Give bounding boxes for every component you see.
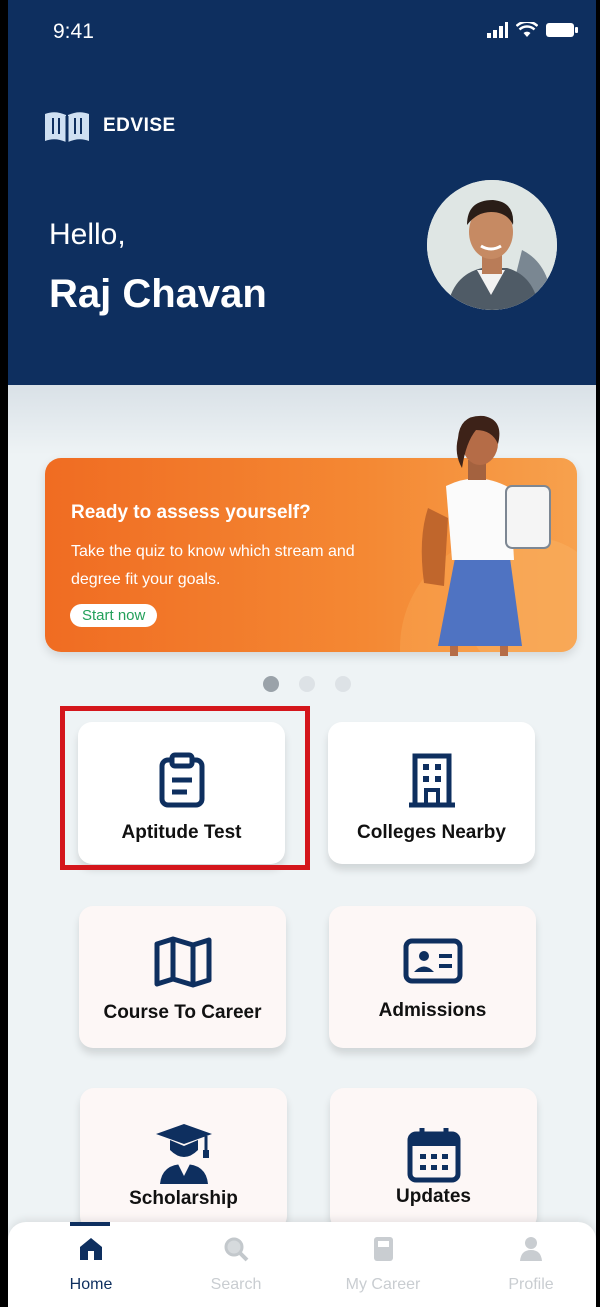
app-screen: 9:41 EDVISE Hello, Raj Chavan Ready to a… <box>8 0 596 1307</box>
nav-label: Home <box>69 1276 113 1293</box>
nav-label: My Career <box>345 1276 421 1293</box>
carousel-dot-2[interactable] <box>299 676 315 692</box>
student-illustration <box>421 415 551 656</box>
start-now-button[interactable]: Start now <box>70 604 158 627</box>
admissions-tile[interactable]: Admissions <box>329 906 536 1048</box>
status-time: 9:41 <box>53 20 94 43</box>
tile-label: Updates <box>396 1186 471 1207</box>
scholarship-tile[interactable]: Scholarship <box>80 1088 287 1230</box>
course-to-career-tile[interactable]: Course To Career <box>79 906 286 1048</box>
nav-profile[interactable]: Profile <box>471 1236 591 1294</box>
tile-label: Admissions <box>378 1000 487 1021</box>
tile-label: Colleges Nearby <box>357 822 506 843</box>
tile-label: Course To Career <box>103 1002 262 1023</box>
graduate-icon <box>155 1124 212 1184</box>
nav-home[interactable]: Home <box>31 1236 151 1294</box>
nav-my-career[interactable]: My Career <box>323 1236 443 1294</box>
nav-label: Search <box>210 1276 262 1293</box>
battery-icon <box>546 23 578 37</box>
nav-search[interactable]: Search <box>176 1236 296 1294</box>
wifi-icon <box>516 22 538 37</box>
updates-tile[interactable]: Updates <box>330 1088 537 1230</box>
status-icons <box>486 22 578 38</box>
bottom-nav: Home Search My Career Profile <box>8 1222 596 1307</box>
highlight-box <box>60 706 310 870</box>
signal-icon <box>487 22 508 38</box>
id-card-icon <box>403 938 462 984</box>
tile-label: Scholarship <box>129 1188 238 1209</box>
banner-subtitle: Take the quiz to know which stream and d… <box>71 543 355 588</box>
brand-name: EDVISE <box>103 115 176 136</box>
nav-label: Profile <box>508 1276 554 1293</box>
logo-icon <box>45 112 89 142</box>
greeting-hello: Hello, <box>49 218 126 251</box>
nav-active-indicator <box>70 1222 110 1226</box>
map-icon <box>154 936 211 988</box>
book-icon <box>374 1237 393 1261</box>
avatar[interactable] <box>427 180 557 310</box>
header: 9:41 EDVISE Hello, Raj Chavan <box>8 0 596 385</box>
banner-title: Ready to assess yourself? <box>71 502 311 523</box>
search-icon <box>224 1237 249 1262</box>
home-icon <box>80 1238 102 1260</box>
carousel-dot-3[interactable] <box>335 676 351 692</box>
calendar-icon <box>407 1128 460 1183</box>
avatar-image <box>427 180 557 310</box>
user-name: Raj Chavan <box>49 272 267 316</box>
building-icon <box>408 753 455 808</box>
user-icon <box>520 1237 542 1261</box>
carousel-dots <box>263 676 351 692</box>
brand: EDVISE <box>43 108 176 144</box>
carousel-dot-1[interactable] <box>263 676 279 692</box>
colleges-nearby-tile[interactable]: Colleges Nearby <box>328 722 535 864</box>
